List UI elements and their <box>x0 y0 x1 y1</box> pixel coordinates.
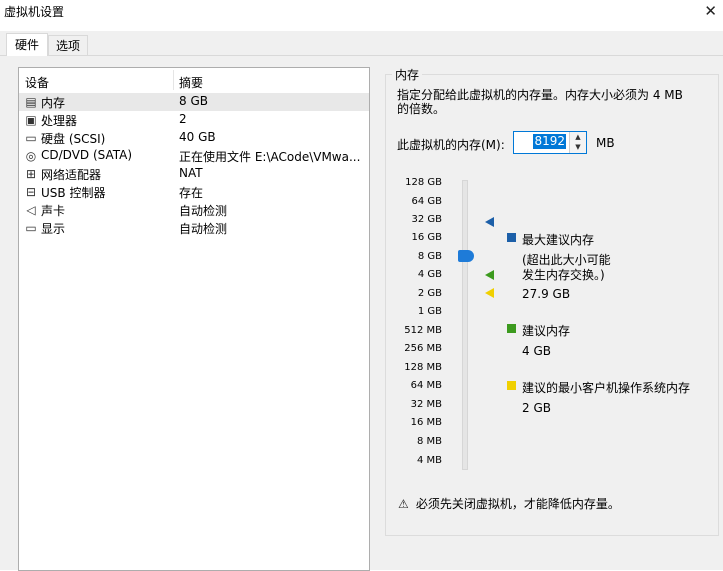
display-icon: ▭ <box>25 221 37 235</box>
column-separator <box>173 70 174 90</box>
title-bar: 虚拟机设置 ✕ <box>0 0 723 30</box>
device-row-processor[interactable]: ▣ 处理器 2 <box>19 111 369 129</box>
device-name: 声卡 <box>41 204 66 218</box>
scale-label: 8 GB <box>417 251 442 262</box>
scale-label: 4 GB <box>417 269 442 280</box>
max-recommended-marker <box>485 217 494 227</box>
device-row-cd-dvd[interactable]: ◎ CD/DVD (SATA) 正在使用文件 E:\ACode\VMwa... <box>19 147 369 165</box>
min-legend-label: 建议的最小客户机操作系统内存 <box>522 381 691 395</box>
device-summary: 8 GB <box>179 94 208 108</box>
warning-icon: ⚠ <box>398 497 409 511</box>
scale-label: 128 MB <box>404 362 442 373</box>
device-summary: 自动检测 <box>179 222 228 236</box>
stepper-down-icon[interactable]: ▼ <box>570 142 586 152</box>
tab-hardware[interactable]: 硬件 <box>6 33 48 56</box>
memory-slider-track[interactable] <box>462 180 468 470</box>
scale-label: 128 GB <box>405 177 442 188</box>
max-legend-note: 发生内存交换。) <box>522 268 605 282</box>
recommended-marker <box>485 270 494 280</box>
device-summary: 存在 <box>179 186 204 200</box>
device-row-usb-controller[interactable]: ⊟ USB 控制器 存在 <box>19 183 369 201</box>
min-legend-swatch <box>507 381 516 390</box>
scale-label: 32 GB <box>411 214 442 225</box>
device-summary: 正在使用文件 E:\ACode\VMwa... <box>179 150 361 164</box>
stepper-buttons: ▲ ▼ <box>569 132 586 153</box>
device-row-hard-disk[interactable]: ▭ 硬盘 (SCSI) 40 GB <box>19 129 369 147</box>
device-list[interactable]: 设备 摘要 ▤ 内存 8 GB ▣ 处理器 2 ▭ 硬盘 (SCSI) 40 G… <box>18 67 370 571</box>
device-summary: 40 GB <box>179 130 216 144</box>
processor-icon: ▣ <box>25 113 37 127</box>
device-summary: 2 <box>179 112 187 126</box>
column-device[interactable]: 设备 <box>25 74 49 91</box>
scale-label: 8 MB <box>416 436 442 447</box>
device-name: 内存 <box>41 96 66 110</box>
column-summary[interactable]: 摘要 <box>179 74 203 91</box>
usb-icon: ⊟ <box>25 185 37 199</box>
device-name: 显示 <box>41 222 66 236</box>
memory-input[interactable]: 8192 <box>533 134 566 149</box>
recommended-legend-value: 4 GB <box>522 344 551 358</box>
device-name: CD/DVD (SATA) <box>41 148 133 162</box>
sound-card-icon: ◁ <box>26 203 36 217</box>
device-summary: 自动检测 <box>179 204 228 218</box>
cd-dvd-icon: ◎ <box>25 149 37 163</box>
scale-label: 512 MB <box>404 325 442 336</box>
max-legend-swatch <box>507 233 516 242</box>
window-title: 虚拟机设置 <box>4 5 65 19</box>
hard-disk-icon: ▭ <box>25 131 37 145</box>
device-name: USB 控制器 <box>41 186 106 200</box>
scale-label: 1 GB <box>417 306 442 317</box>
network-adapter-icon: ⊞ <box>25 167 37 181</box>
scale-label: 4 MB <box>416 455 442 466</box>
device-summary: NAT <box>179 166 203 180</box>
scale-label: 16 GB <box>411 232 442 243</box>
device-list-header: 设备 摘要 <box>19 68 369 92</box>
scale-label: 32 MB <box>410 399 442 410</box>
scale-label: 64 GB <box>411 196 442 207</box>
memory-stepper[interactable]: 8192 ▲ ▼ <box>513 131 587 154</box>
memory-icon: ▤ <box>25 95 37 109</box>
tab-options[interactable]: 选项 <box>48 35 88 56</box>
min-recommended-marker <box>485 288 494 298</box>
memory-description: 指定分配给此虚拟机的内存量。内存大小必须为 4 MB 的倍数。 <box>397 88 683 116</box>
min-legend-value: 2 GB <box>522 401 551 415</box>
stepper-up-icon[interactable]: ▲ <box>570 132 586 142</box>
max-legend-value: 27.9 GB <box>522 287 571 301</box>
memory-field-label: 此虚拟机的内存(M): <box>397 138 505 152</box>
scale-label: 16 MB <box>410 417 442 428</box>
warning-message: ⚠ 必须先关闭虚拟机，才能降低内存量。 <box>398 495 620 512</box>
scale-label: 2 GB <box>417 288 442 299</box>
device-name: 网络适配器 <box>41 168 102 182</box>
device-name: 硬盘 (SCSI) <box>41 132 106 146</box>
device-row-memory[interactable]: ▤ 内存 8 GB <box>19 93 369 111</box>
close-icon[interactable]: ✕ <box>704 2 717 20</box>
device-row-sound-card[interactable]: ◁ 声卡 自动检测 <box>19 201 369 219</box>
memory-unit: MB <box>596 136 615 150</box>
scale-label: 64 MB <box>410 380 442 391</box>
memory-group-title: 内存 <box>392 66 423 83</box>
scale-label: 256 MB <box>404 343 442 354</box>
max-legend-label: 最大建议内存 <box>522 233 595 247</box>
recommended-legend-label: 建议内存 <box>522 324 571 338</box>
tab-strip <box>0 31 723 55</box>
recommended-legend-swatch <box>507 324 516 333</box>
device-row-display[interactable]: ▭ 显示 自动检测 <box>19 219 369 237</box>
warning-text: 必须先关闭虚拟机，才能降低内存量。 <box>415 497 620 511</box>
device-name: 处理器 <box>41 114 78 128</box>
device-row-network-adapter[interactable]: ⊞ 网络适配器 NAT <box>19 165 369 183</box>
memory-slider-thumb[interactable] <box>458 250 474 262</box>
